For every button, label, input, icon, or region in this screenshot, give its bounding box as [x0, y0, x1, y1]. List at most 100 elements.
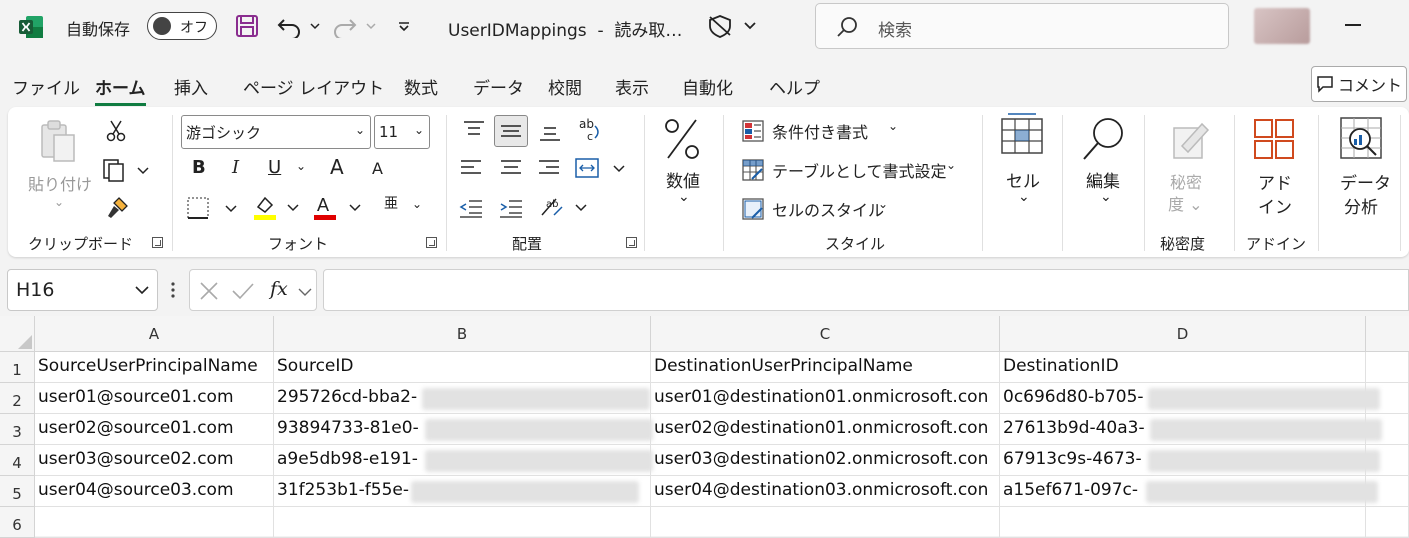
chevron-down-icon[interactable]: [298, 287, 312, 297]
column-header-e[interactable]: [1366, 316, 1409, 352]
format-table-dropdown-icon[interactable]: ⌄: [946, 158, 956, 172]
tab-file[interactable]: ファイル: [12, 74, 80, 99]
tab-home[interactable]: ホーム: [95, 74, 146, 106]
tab-formulas[interactable]: 数式: [404, 74, 438, 99]
font-name-select[interactable]: 游ゴシック ⌄: [181, 115, 371, 149]
editing-search-icon[interactable]: [1080, 115, 1128, 163]
cell-d6[interactable]: [1000, 507, 1366, 538]
cell-e1[interactable]: [1366, 352, 1409, 383]
data-analysis-label-line2[interactable]: 分析: [1344, 193, 1378, 218]
enter-icon[interactable]: [232, 282, 254, 300]
editing-dropdown-icon[interactable]: ⌄: [1100, 189, 1112, 205]
insert-function-button[interactable]: fx: [270, 278, 288, 300]
cell-a5[interactable]: user04@source03.com: [35, 476, 274, 507]
cell-styles-dropdown-icon[interactable]: ⌄: [878, 197, 888, 211]
cancel-icon[interactable]: [200, 282, 218, 300]
cell-d1[interactable]: DestinationID: [1000, 352, 1366, 383]
autosave-toggle[interactable]: オフ: [147, 12, 217, 40]
conditional-format-icon[interactable]: [741, 119, 765, 143]
orientation-icon[interactable]: ab c: [576, 115, 606, 145]
column-header-a[interactable]: A: [35, 316, 274, 352]
data-analysis-icon[interactable]: [1338, 115, 1384, 161]
cell-b6[interactable]: [274, 507, 651, 538]
minimize-icon[interactable]: [1345, 24, 1361, 26]
cell-e4[interactable]: [1366, 445, 1409, 476]
format-as-table-icon[interactable]: [741, 158, 765, 182]
align-right-icon[interactable]: [536, 155, 562, 181]
align-bottom-icon[interactable]: [538, 121, 562, 145]
data-analysis-label-line1[interactable]: データ: [1340, 169, 1391, 194]
align-left-icon[interactable]: [458, 155, 484, 181]
bold-button[interactable]: B: [192, 157, 206, 178]
fill-color-icon[interactable]: [252, 193, 300, 223]
align-middle-icon[interactable]: [494, 115, 528, 147]
row-header[interactable]: 5: [0, 476, 35, 507]
avatar[interactable]: [1254, 8, 1310, 44]
cell-e3[interactable]: [1366, 414, 1409, 445]
conditional-dropdown-icon[interactable]: ⌄: [888, 119, 898, 133]
row-header[interactable]: 4: [0, 445, 35, 476]
phonetic-button[interactable]: 亜: [384, 193, 398, 213]
row-header[interactable]: 3: [0, 414, 35, 445]
cell-a2[interactable]: user01@source01.com: [35, 383, 274, 414]
increase-indent-icon[interactable]: [498, 195, 524, 221]
paste-label[interactable]: 貼り付け: [28, 171, 92, 195]
cell-styles-icon[interactable]: [741, 197, 765, 221]
font-size-select[interactable]: 11 ⌄: [374, 115, 430, 149]
underline-dropdown-icon[interactable]: ⌄: [296, 159, 306, 173]
document-title[interactable]: UserIDMappings - 読み取…: [448, 16, 682, 41]
cell-a3[interactable]: user02@source01.com: [35, 414, 274, 445]
decrease-indent-icon[interactable]: [458, 195, 484, 221]
cell-c1[interactable]: DestinationUserPrincipalName: [651, 352, 1000, 383]
cell-b1[interactable]: SourceID: [274, 352, 651, 383]
phonetic-dropdown-icon[interactable]: ⌄: [412, 197, 422, 211]
cell-styles-button[interactable]: セルのスタイル: [772, 197, 884, 221]
clipboard-launcher-icon[interactable]: [152, 237, 163, 248]
underline-button[interactable]: U: [268, 157, 281, 178]
addins-label-line2[interactable]: イン: [1258, 193, 1292, 218]
name-box[interactable]: H16: [7, 269, 158, 311]
row-header[interactable]: 2: [0, 383, 35, 414]
redo-icon[interactable]: [332, 12, 376, 40]
cell-e5[interactable]: [1366, 476, 1409, 507]
more-options-icon[interactable]: [170, 280, 176, 300]
alignment-launcher-icon[interactable]: [626, 237, 637, 248]
format-as-table-button[interactable]: テーブルとして書式設定: [772, 158, 947, 182]
copy-icon[interactable]: [102, 157, 150, 183]
cell-c6[interactable]: [651, 507, 1000, 538]
conditional-format-button[interactable]: 条件付き書式: [772, 119, 868, 143]
column-header-c[interactable]: C: [651, 316, 1000, 352]
tab-page-layout[interactable]: ページ レイアウト: [243, 74, 384, 99]
cell-e2[interactable]: [1366, 383, 1409, 414]
select-all-corner[interactable]: [0, 316, 35, 352]
customize-qat-icon[interactable]: [396, 12, 412, 40]
formula-input[interactable]: [323, 269, 1409, 311]
number-dropdown-icon[interactable]: ⌄: [678, 189, 690, 205]
tab-view[interactable]: 表示: [615, 74, 649, 99]
grow-font-button[interactable]: A: [330, 155, 344, 179]
undo-icon[interactable]: [276, 12, 320, 40]
cell-a6[interactable]: [35, 507, 274, 538]
text-direction-icon[interactable]: ab: [538, 193, 590, 221]
percent-icon[interactable]: [660, 115, 704, 163]
comment-button[interactable]: コメント: [1311, 66, 1407, 102]
shrink-font-button[interactable]: A: [372, 159, 383, 178]
format-painter-icon[interactable]: [104, 195, 130, 221]
cells-icon[interactable]: [1000, 113, 1044, 157]
row-header[interactable]: 6: [0, 507, 35, 538]
tab-help[interactable]: ヘルプ: [769, 74, 820, 99]
cut-icon[interactable]: [104, 119, 128, 143]
paste-dropdown-icon[interactable]: ⌄: [54, 195, 64, 209]
cell-c2[interactable]: user01@destination01.onmicrosoft.con: [651, 383, 1000, 414]
tab-automate[interactable]: 自動化: [682, 74, 733, 99]
spreadsheet-grid[interactable]: A B C D 1 SourceUserPrincipalName SourceID…: [0, 316, 1409, 538]
column-header-b[interactable]: B: [274, 316, 651, 352]
cell-c3[interactable]: user02@destination01.onmicrosoft.con: [651, 414, 1000, 445]
align-top-icon[interactable]: [462, 117, 486, 141]
align-center-icon[interactable]: [498, 155, 524, 181]
cell-e6[interactable]: [1366, 507, 1409, 538]
paste-icon[interactable]: [36, 117, 80, 169]
tab-review[interactable]: 校閲: [548, 74, 582, 99]
cell-a1[interactable]: SourceUserPrincipalName: [35, 352, 274, 383]
tab-data[interactable]: データ: [473, 74, 524, 99]
